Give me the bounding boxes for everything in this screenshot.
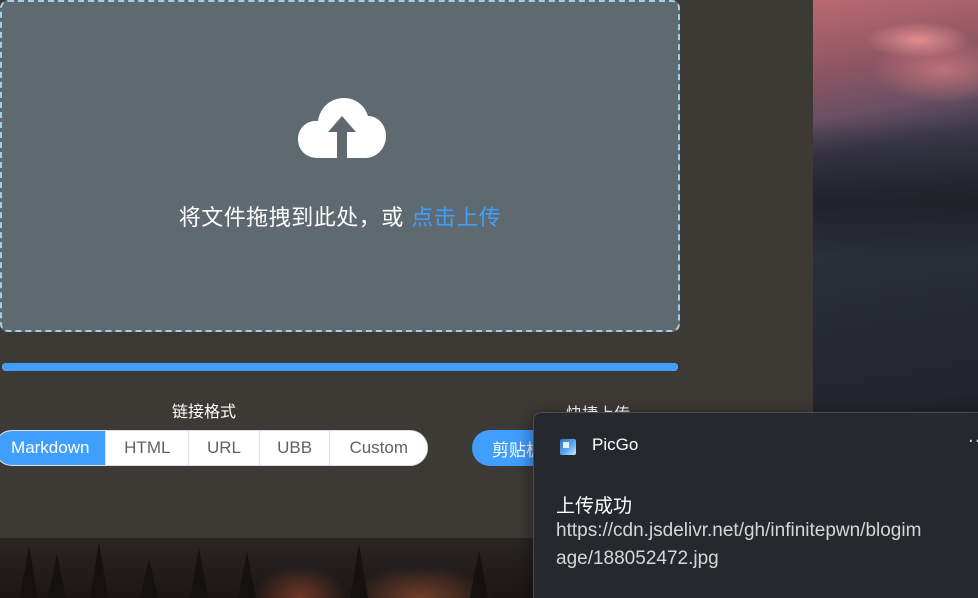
picgo-app-icon — [560, 439, 576, 455]
link-format-label: 链接格式 — [172, 402, 237, 421]
tree-shape — [238, 552, 256, 598]
upload-cloud-icon — [298, 98, 386, 158]
notification-url-text: https://cdn.jsdelivr.net/gh/infinitepwn/… — [556, 520, 922, 569]
upload-progress-fill — [2, 363, 678, 371]
click-upload-link[interactable]: 点击上传 — [411, 206, 501, 231]
tree-shape — [470, 550, 488, 598]
tree-shape — [48, 554, 66, 598]
more-icon[interactable]: ··· — [968, 431, 978, 452]
tree-shape — [350, 544, 368, 598]
link-format-radio-group: Markdown HTML URL UBB Custom — [0, 430, 428, 466]
drop-hint-text: 将文件拖拽到此处，或 点击上传 — [2, 200, 678, 232]
format-option-url[interactable]: URL — [189, 431, 260, 465]
tree-shape — [90, 542, 108, 598]
tree-shape — [190, 548, 208, 598]
upload-success-notification[interactable]: PicGo ··· 上传成功 https://cdn.jsdelivr.net/… — [533, 412, 978, 598]
notification-title: 上传成功 — [556, 495, 633, 517]
upload-drop-zone[interactable]: 将文件拖拽到此处，或 点击上传 — [0, 0, 680, 332]
tree-shape — [20, 546, 38, 598]
format-option-custom[interactable]: Custom — [330, 431, 427, 465]
drop-hint-label: 将文件拖拽到此处，或 — [178, 206, 412, 231]
format-option-markdown[interactable]: Markdown — [0, 431, 107, 465]
format-option-html[interactable]: HTML — [106, 431, 190, 465]
format-option-ubb[interactable]: UBB — [260, 431, 331, 465]
notification-app-name: PicGo — [592, 435, 639, 454]
tree-shape — [140, 558, 158, 598]
upload-progress-bar — [2, 363, 678, 371]
